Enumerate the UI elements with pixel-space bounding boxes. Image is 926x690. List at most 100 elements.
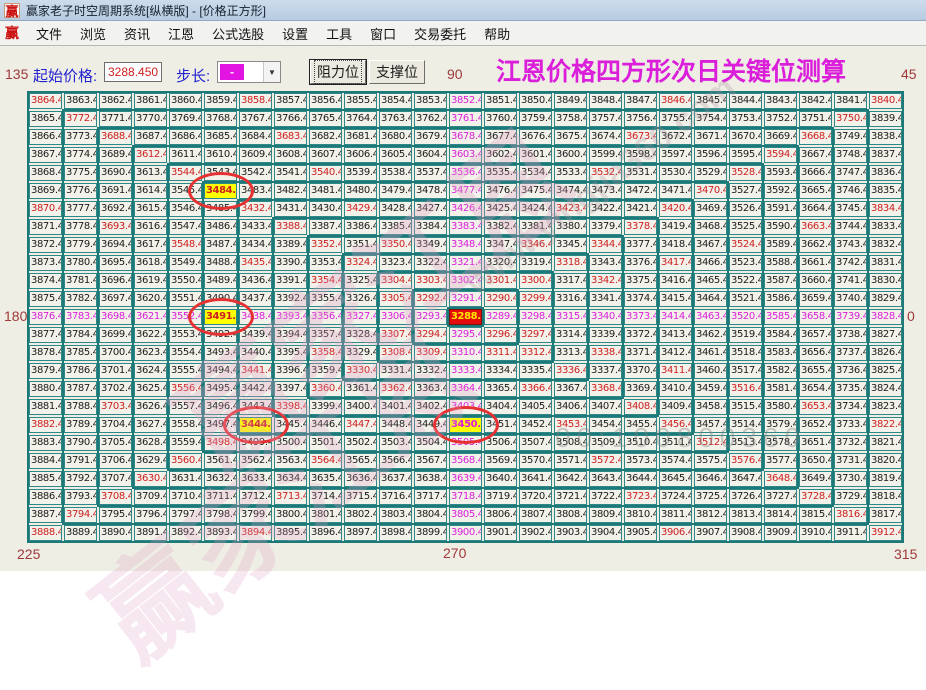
grid-cell: 3369.45 [624, 381, 657, 397]
grid-cell: 3334.45 [484, 363, 517, 379]
grid-cell: 3912.45 [869, 525, 902, 541]
grid-cell: 3377.45 [624, 237, 657, 253]
grid-cell: 3849.45 [554, 93, 587, 109]
grid-cell: 3436.45 [239, 273, 272, 289]
grid-cell: 3783.45 [64, 309, 97, 325]
grid-cell: 3595.45 [729, 147, 762, 163]
grid-cell: 3835.45 [869, 183, 902, 199]
menu-item-7[interactable]: 工具 [317, 22, 361, 45]
grid-cell: 3635.45 [309, 471, 342, 487]
grid-cell: 3860.45 [169, 93, 202, 109]
grid-cell: 3340.45 [589, 309, 622, 325]
grid-cell: 3838.45 [869, 129, 902, 145]
menu-item-3[interactable]: 资讯 [115, 22, 159, 45]
grid-cell: 3656.45 [799, 345, 832, 361]
grid-cell: 3831.45 [869, 255, 902, 271]
grid-cell: 3639.45 [449, 471, 482, 487]
grid-cell: 3361.45 [344, 381, 377, 397]
resistance-button[interactable]: 阻力位 [309, 59, 367, 85]
menu-item-1[interactable]: 文件 [27, 22, 71, 45]
grid-cell: 3760.45 [484, 111, 517, 127]
grid-cell: 3689.45 [99, 147, 132, 163]
grid-cell: 3347.45 [484, 237, 517, 253]
grid-cell: 3467.45 [694, 237, 727, 253]
grid-cell: 3399.45 [309, 399, 342, 415]
grid-cell: 3521.45 [729, 291, 762, 307]
grid-cell: 3892.45 [169, 525, 202, 541]
grid-cell: 3379.45 [589, 219, 622, 235]
grid-cell: 3558.45 [169, 417, 202, 433]
grid-cell: 3669.45 [764, 129, 797, 145]
angle-label-90: 90 [447, 66, 463, 82]
resistance-button-label: 阻力位 [314, 60, 362, 84]
grid-cell: 3866.45 [29, 129, 62, 145]
grid-cell: 3854.45 [379, 93, 412, 109]
grid-cell: 3665.45 [799, 183, 832, 199]
grid-cell: 3654.45 [799, 381, 832, 397]
grid-cell: 3901.45 [484, 525, 517, 541]
grid-cell: 3416.45 [659, 273, 692, 289]
grid-cell: 3701.45 [99, 363, 132, 379]
grid-cell: 3826.45 [869, 345, 902, 361]
start-price-label: 起始价格: [33, 68, 98, 85]
grid-cell: 3601.45 [519, 147, 552, 163]
grid-cell: 3885.45 [29, 471, 62, 487]
grid-cell: 3555.45 [169, 363, 202, 379]
grid-cell: 3721.45 [554, 489, 587, 505]
grid-cell: 3513.45 [729, 435, 762, 451]
grid-cell: 3754.45 [694, 111, 727, 127]
grid-cell: 3512.45 [694, 435, 727, 451]
support-button[interactable]: 支撑位 [369, 60, 425, 84]
grid-cell: 3356.45 [309, 309, 342, 325]
start-price-input[interactable] [104, 62, 162, 82]
grid-cell: 3703.45 [99, 399, 132, 415]
grid-cell: 3611.45 [169, 147, 202, 163]
grid-cell: 3717.45 [414, 489, 447, 505]
grid-cell: 3333.45 [449, 363, 482, 379]
grid-cell: 3791.45 [64, 453, 97, 469]
grid-cell: 3719.45 [484, 489, 517, 505]
grid-cell: 3585.45 [764, 309, 797, 325]
menu-item-9[interactable]: 交易委托 [405, 22, 475, 45]
grid-cell: 3350.45 [379, 237, 412, 253]
grid-cell: 3384.45 [414, 219, 447, 235]
menu-item-5[interactable]: 公式选股 [203, 22, 273, 45]
grid-cell: 3339.45 [589, 327, 622, 343]
grid-cell: 3431.45 [274, 201, 307, 217]
grid-cell: 3749.45 [834, 129, 867, 145]
grid-cell: 3604.45 [414, 147, 447, 163]
menu-item-10[interactable]: 帮助 [475, 22, 519, 45]
grid-cell: 3899.45 [414, 525, 447, 541]
grid-cell: 3622.45 [134, 327, 167, 343]
grid-cell: 3440.45 [239, 345, 272, 361]
chevron-down-icon[interactable]: ▼ [263, 62, 280, 82]
grid-cell: 3447.45 [344, 417, 377, 433]
menu-item-2[interactable]: 浏览 [71, 22, 115, 45]
grid-cell: 3296.45 [484, 327, 517, 343]
menu-item-4[interactable]: 江恩 [159, 22, 203, 45]
grid-cell: 3303.45 [414, 273, 447, 289]
menu-item-8[interactable]: 窗口 [361, 22, 405, 45]
grid-cell: 3336.45 [554, 363, 587, 379]
grid-cell: 3600.45 [554, 147, 587, 163]
grid-cell: 3620.45 [134, 291, 167, 307]
grid-cell: 3757.45 [589, 111, 622, 127]
grid-cell: 3630.45 [134, 471, 167, 487]
grid-cell: 3699.45 [99, 327, 132, 343]
grid-cell: 3674.45 [589, 129, 622, 145]
grid-cell: 3341.45 [589, 291, 622, 307]
step-select[interactable]: - ▼ [217, 61, 281, 83]
grid-cell: 3730.45 [834, 471, 867, 487]
grid-cell: 3519.45 [729, 327, 762, 343]
grid-cell: 3537.45 [414, 165, 447, 181]
grid-cell: 3355.45 [309, 291, 342, 307]
menu-item-6[interactable]: 设置 [273, 22, 317, 45]
grid-cell: 3751.45 [799, 111, 832, 127]
grid-cell: 3853.45 [414, 93, 447, 109]
grid-cell: 3573.45 [624, 453, 657, 469]
grid-cell-key-level: 3450.45 [449, 417, 482, 433]
grid-cell: 3626.45 [134, 399, 167, 415]
grid-cell: 3868.45 [29, 165, 62, 181]
grid-cell: 3700.45 [99, 345, 132, 361]
grid-cell: 3417.45 [659, 255, 692, 271]
